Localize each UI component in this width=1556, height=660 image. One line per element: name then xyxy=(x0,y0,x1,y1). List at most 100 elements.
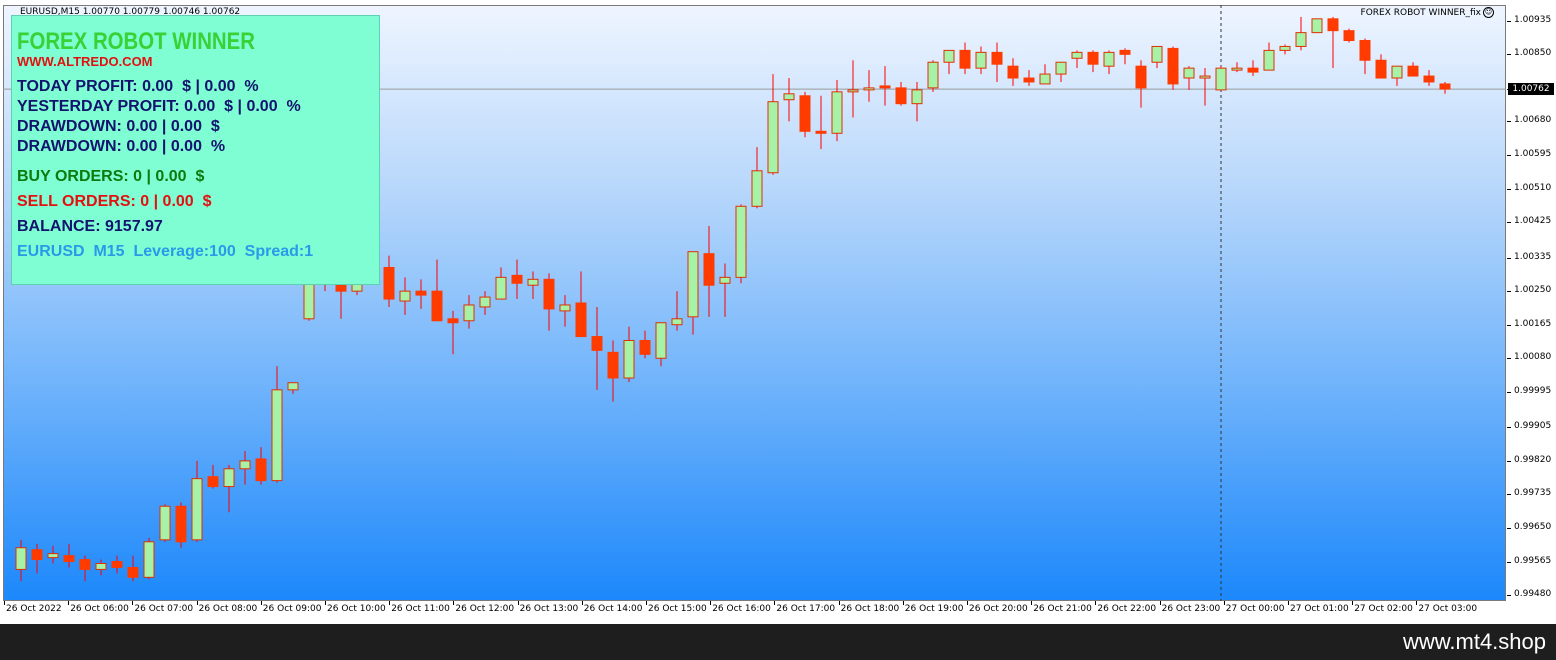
candle[interactable] xyxy=(383,255,395,307)
candle[interactable] xyxy=(975,46,987,75)
candle[interactable] xyxy=(943,49,955,75)
time-axis[interactable]: 26 Oct 2022 26 Oct 06:00 26 Oct 07:00 26 Oc… xyxy=(0,601,1507,624)
candle[interactable] xyxy=(927,60,939,92)
candle[interactable] xyxy=(1311,18,1323,34)
time-label: 26 Oct 12:00 xyxy=(455,604,515,614)
candle[interactable] xyxy=(1183,66,1195,90)
candle[interactable] xyxy=(591,306,603,390)
candle[interactable] xyxy=(95,559,107,576)
candle[interactable] xyxy=(655,322,667,367)
candle[interactable] xyxy=(527,271,539,300)
candle[interactable] xyxy=(1279,44,1291,55)
candle[interactable] xyxy=(751,147,763,209)
candle[interactable] xyxy=(1423,70,1435,86)
candle[interactable] xyxy=(111,555,123,574)
candle[interactable] xyxy=(1007,58,1019,86)
candle[interactable] xyxy=(1087,50,1099,73)
candle[interactable] xyxy=(719,263,731,317)
candle[interactable] xyxy=(1199,68,1211,106)
bull-candle-body xyxy=(463,304,475,322)
candle[interactable] xyxy=(15,539,27,582)
candle[interactable] xyxy=(735,204,747,284)
candle[interactable] xyxy=(703,226,715,317)
candle[interactable] xyxy=(287,382,299,394)
candle[interactable] xyxy=(671,291,683,331)
candle[interactable] xyxy=(1343,28,1355,43)
candle[interactable] xyxy=(191,460,203,542)
candle[interactable] xyxy=(959,42,971,75)
time-label: 26 Oct 13:00 xyxy=(519,604,579,614)
candle[interactable] xyxy=(223,464,235,513)
candle[interactable] xyxy=(783,78,795,122)
candle[interactable] xyxy=(559,295,571,327)
candle[interactable] xyxy=(1071,50,1083,69)
candle[interactable] xyxy=(479,291,491,315)
candle[interactable] xyxy=(1407,62,1419,77)
candle[interactable] xyxy=(255,447,267,485)
expert-advisor-label[interactable]: FOREX ROBOT WINNER_fix ☺ xyxy=(1361,7,1494,18)
candle[interactable] xyxy=(1023,70,1035,86)
candle[interactable] xyxy=(159,504,171,542)
candle[interactable] xyxy=(463,295,475,329)
chart-window[interactable]: EURUSD,M15 1.00770 1.00779 1.00746 1.007… xyxy=(0,0,1556,624)
candle[interactable] xyxy=(991,42,1003,82)
candle[interactable] xyxy=(63,543,75,568)
candle[interactable] xyxy=(863,70,875,102)
time-label: 26 Oct 20:00 xyxy=(969,604,1028,614)
time-label: 26 Oct 17:00 xyxy=(776,604,836,614)
buy-orders: BUY ORDERS: 0 | 0.00 $ xyxy=(17,168,205,185)
candle[interactable] xyxy=(799,91,811,138)
candle[interactable] xyxy=(543,273,555,331)
bull-candle-body xyxy=(287,382,299,391)
price-axis[interactable]: 1.00935 1.00850 1.00762 1.00680 1.00595 1.005… xyxy=(1507,5,1556,601)
candle[interactable] xyxy=(1231,62,1243,73)
candle[interactable] xyxy=(143,537,155,580)
candle[interactable] xyxy=(447,310,459,355)
candle[interactable] xyxy=(1119,48,1131,65)
robot-info-panel: FOREX ROBOT WINNER WWW.ALTREDO.COM TODAY… xyxy=(11,15,380,285)
candle[interactable] xyxy=(1439,81,1451,94)
candle[interactable] xyxy=(1135,60,1147,108)
candle[interactable] xyxy=(879,66,891,106)
candle[interactable] xyxy=(511,259,523,300)
bear-candle-body xyxy=(703,253,715,286)
candle[interactable] xyxy=(911,81,923,122)
candle[interactable] xyxy=(815,95,827,150)
candle[interactable] xyxy=(431,259,443,322)
candle[interactable] xyxy=(639,330,651,359)
candle[interactable] xyxy=(1391,65,1403,86)
candle[interactable] xyxy=(271,366,283,483)
candle[interactable] xyxy=(1215,66,1227,91)
candle[interactable] xyxy=(415,279,427,309)
candle[interactable] xyxy=(1263,42,1275,71)
candle[interactable] xyxy=(31,543,43,574)
candle[interactable] xyxy=(895,81,907,106)
candle[interactable] xyxy=(79,555,91,582)
candle[interactable] xyxy=(1151,45,1163,69)
candle[interactable] xyxy=(127,555,139,582)
candle[interactable] xyxy=(495,267,507,300)
candle[interactable] xyxy=(1247,60,1259,77)
candle[interactable] xyxy=(1327,16,1339,69)
bull-candle-body xyxy=(1055,61,1067,75)
candle[interactable] xyxy=(1055,61,1067,82)
candle[interactable] xyxy=(1295,16,1307,51)
candle[interactable] xyxy=(175,502,187,548)
candle[interactable] xyxy=(1359,38,1371,75)
candle[interactable] xyxy=(1375,54,1387,79)
candle[interactable] xyxy=(239,451,251,485)
candle[interactable] xyxy=(687,251,699,335)
candle[interactable] xyxy=(1167,46,1179,90)
candle[interactable] xyxy=(207,464,219,489)
candle[interactable] xyxy=(399,277,411,315)
candle[interactable] xyxy=(1039,64,1051,85)
candle[interactable] xyxy=(1103,50,1115,75)
candle[interactable] xyxy=(575,271,587,338)
candle[interactable] xyxy=(607,340,619,402)
price-tick xyxy=(1507,427,1511,429)
bull-candle-body xyxy=(1263,49,1275,71)
robot-website: WWW.ALTREDO.COM xyxy=(17,54,153,69)
bull-candle-body xyxy=(719,276,731,284)
candle[interactable] xyxy=(47,545,59,564)
candle[interactable] xyxy=(623,326,635,382)
